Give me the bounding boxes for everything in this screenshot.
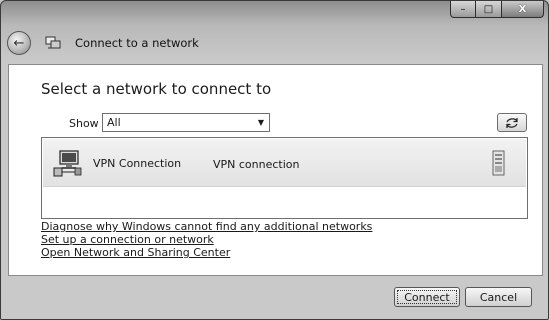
back-arrow-icon: ← bbox=[13, 35, 25, 51]
back-button[interactable]: ← bbox=[7, 31, 31, 55]
link-list: Diagnose why Windows cannot find any add… bbox=[41, 220, 372, 259]
connect-button[interactable]: Connect bbox=[394, 287, 460, 307]
show-dropdown-value: All bbox=[107, 116, 121, 129]
network-type: VPN connection bbox=[213, 158, 300, 171]
window-title: Connect to a network bbox=[75, 36, 199, 50]
show-dropdown[interactable]: All ▼ bbox=[102, 113, 270, 132]
setup-connection-link[interactable]: Set up a connection or network bbox=[41, 233, 372, 246]
list-item[interactable]: VPN Connection VPN connection bbox=[43, 139, 526, 187]
network-sharing-center-link[interactable]: Open Network and Sharing Center bbox=[41, 246, 372, 259]
minimize-button[interactable]: – bbox=[450, 1, 476, 18]
network-name: VPN Connection bbox=[93, 157, 182, 170]
close-button[interactable]: X bbox=[502, 1, 544, 18]
network-icon bbox=[45, 36, 61, 49]
maximize-button[interactable]: □ bbox=[476, 1, 502, 18]
chevron-down-icon: ▼ bbox=[257, 118, 265, 127]
cancel-button[interactable]: Cancel bbox=[465, 287, 532, 307]
vpn-connection-icon bbox=[53, 150, 82, 177]
title-bar: ← Connect to a network bbox=[7, 29, 199, 57]
refresh-button[interactable] bbox=[497, 113, 527, 132]
server-icon bbox=[492, 150, 505, 176]
show-label: Show bbox=[69, 117, 99, 130]
refresh-icon bbox=[506, 117, 518, 128]
page-title: Select a network to connect to bbox=[41, 80, 272, 98]
content-panel: Select a network to connect to Show All … bbox=[8, 64, 543, 276]
dialog-window: – □ X ← Connect to a network Select a ne… bbox=[0, 0, 549, 320]
diagnose-link[interactable]: Diagnose why Windows cannot find any add… bbox=[41, 220, 372, 233]
caption-buttons: – □ X bbox=[450, 1, 544, 19]
network-list: VPN Connection VPN connection bbox=[41, 137, 528, 219]
